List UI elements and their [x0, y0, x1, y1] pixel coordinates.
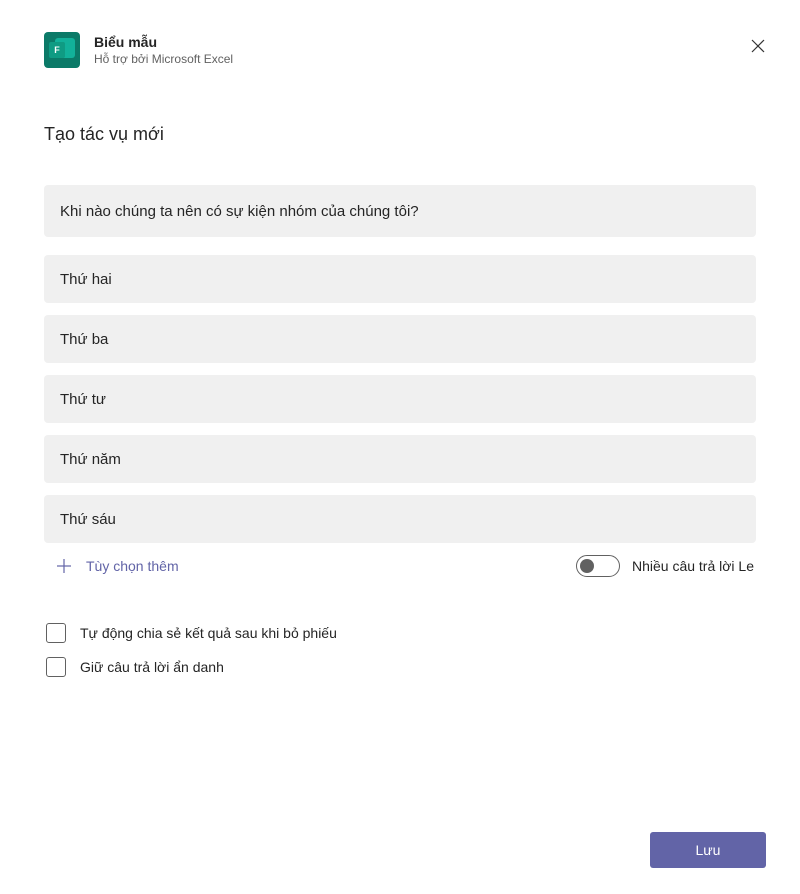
question-input[interactable]: Khi nào chúng ta nên có sự kiện nhóm của… [44, 185, 756, 237]
dialog-footer: Lưu [650, 832, 766, 868]
add-option-label: Tùy chọn thêm [86, 558, 179, 574]
save-button[interactable]: Lưu [650, 832, 766, 868]
checkbox-section: Tự động chia sẻ kết quả sau khi bỏ phiếu… [44, 623, 756, 677]
add-option-button[interactable]: Tùy chọn thêm [46, 556, 179, 576]
close-icon [750, 38, 766, 54]
app-info: Biểu mẫu Hỗ trợ bởi Microsoft Excel [94, 34, 233, 66]
checkbox-box [46, 657, 66, 677]
dialog-content: Tạo tác vụ mới Khi nào chúng ta nên có s… [0, 76, 800, 677]
toggle-knob [580, 559, 594, 573]
plus-icon [54, 556, 74, 576]
option-input-4[interactable]: Thứ năm [44, 435, 756, 483]
option-input-3[interactable]: Thứ tư [44, 375, 756, 423]
auto-share-checkbox-row[interactable]: Tự động chia sẻ kết quả sau khi bỏ phiếu [46, 623, 756, 643]
checkbox-label: Tự động chia sẻ kết quả sau khi bỏ phiếu [80, 625, 337, 641]
anonymous-checkbox-row[interactable]: Giữ câu trả lời ẩn danh [46, 657, 756, 677]
dialog-header: F Biểu mẫu Hỗ trợ bởi Microsoft Excel [0, 0, 800, 76]
forms-app-icon: F [44, 32, 80, 68]
checkbox-box [46, 623, 66, 643]
question-text: Khi nào chúng ta nên có sự kiện nhóm của… [60, 203, 419, 220]
option-input-5[interactable]: Thứ sáu [44, 495, 756, 543]
option-input-2[interactable]: Thứ ba [44, 315, 756, 363]
section-title: Tạo tác vụ mới [44, 124, 756, 145]
option-text: Thứ hai [60, 271, 112, 288]
multiple-answers-toggle-wrapper: Nhiều câu trả lời Le [576, 555, 754, 577]
option-text: Thứ năm [60, 451, 121, 468]
option-input-1[interactable]: Thứ hai [44, 255, 756, 303]
checkbox-label: Giữ câu trả lời ẩn danh [80, 659, 224, 675]
close-button[interactable] [746, 34, 770, 58]
option-text: Thứ sáu [60, 511, 116, 528]
toggle-label: Nhiều câu trả lời Le [632, 558, 754, 574]
multiple-answers-toggle[interactable] [576, 555, 620, 577]
option-text: Thứ tư [60, 391, 106, 408]
option-text: Thứ ba [60, 331, 108, 348]
save-button-label: Lưu [696, 842, 721, 858]
app-subtitle: Hỗ trợ bởi Microsoft Excel [94, 52, 233, 66]
options-row: Tùy chọn thêm Nhiều câu trả lời Le [44, 555, 756, 577]
app-title: Biểu mẫu [94, 34, 233, 50]
